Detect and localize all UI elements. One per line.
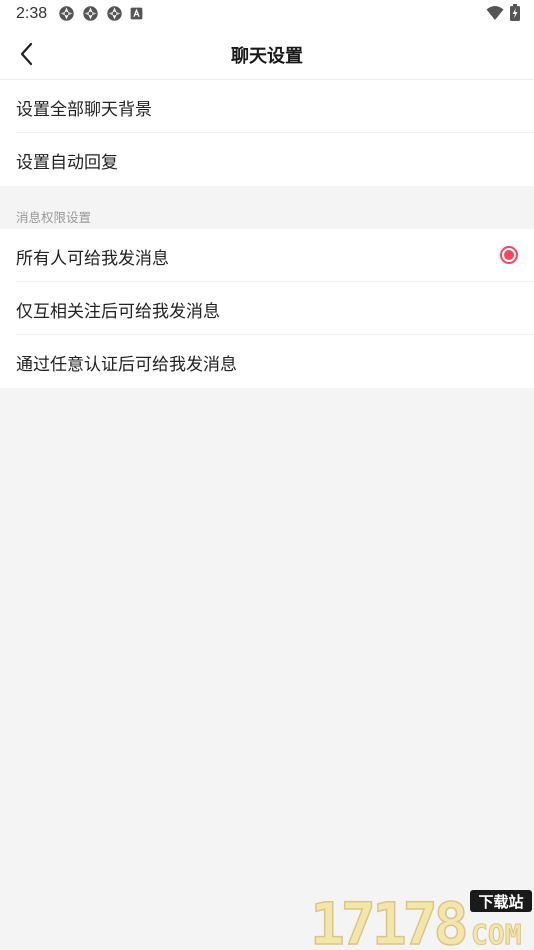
a-notification-icon [130,7,143,20]
permission-option-mutual-follow[interactable]: 仅互相关注后可给我发消息 [0,282,534,335]
chat-settings-group: 设置全部聊天背景 设置自动回复 [0,80,534,186]
watermark-domain: COM [471,918,522,950]
status-bar: 2:38 [0,0,534,28]
status-time: 2:38 [16,5,48,22]
site-watermark-logo: 17178 下载站 COM [309,889,532,950]
list-item-label: 设置全部聊天背景 [16,100,152,120]
permission-option-verified[interactable]: 通过任意认证后可给我发消息 [0,335,534,388]
list-item-label: 设置自动回复 [16,153,118,173]
nav-bar: 聊天设置 [0,28,534,80]
permission-option-everyone[interactable]: 所有人可给我发消息 [0,229,534,282]
list-item-label: 所有人可给我发消息 [16,249,169,269]
battery-charging-icon [510,4,520,21]
status-system-icons [486,4,520,21]
notification-app-icon [59,6,74,21]
radio-dot [504,250,514,260]
watermark-site: 下载站 [478,893,523,911]
wifi-icon [486,5,504,20]
radio-selected-icon[interactable] [500,246,518,264]
page-title: 聊天设置 [231,46,303,67]
section-header-message-permissions: 消息权限设置 [16,210,92,225]
set-auto-reply-item[interactable]: 设置自动回复 [0,133,534,186]
list-item-label: 通过任意认证后可给我发消息 [16,355,237,375]
list-item-label: 仅互相关注后可给我发消息 [16,302,220,322]
notification-app-icon [83,6,98,21]
status-notification-icons [58,5,143,22]
watermark-digits: 17178 [310,890,466,950]
notification-app-icon [107,6,122,21]
message-permission-group: 所有人可给我发消息 仅互相关注后可给我发消息 通过任意认证后可给我发消息 [0,229,534,388]
set-all-chat-background-item[interactable]: 设置全部聊天背景 [0,80,534,133]
